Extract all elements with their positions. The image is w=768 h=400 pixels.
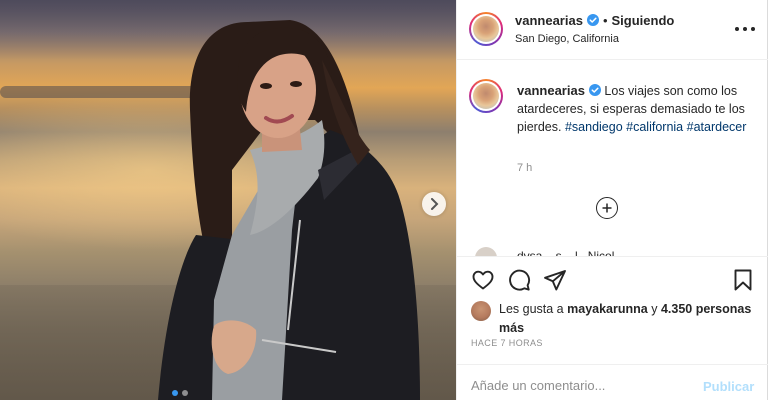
plus-circle-icon (602, 203, 612, 213)
heart-icon[interactable] (471, 268, 495, 292)
separator-dot: • (602, 13, 608, 28)
comments-section: vannearias Los viajes son como los atard… (457, 61, 768, 257)
woman-in-leather-jacket (158, 20, 420, 400)
profile-picture (473, 16, 499, 42)
liker-avatar[interactable] (471, 301, 491, 321)
bookmark-icon[interactable] (731, 268, 755, 292)
caption-time[interactable]: 7 h (517, 162, 532, 174)
username-link[interactable]: vannearias (515, 13, 583, 28)
carousel-indicator (172, 390, 188, 396)
comment-icon[interactable] (507, 268, 531, 292)
verified-badge-icon (586, 14, 599, 26)
next-photo-button[interactable] (422, 192, 446, 216)
comment-preview: dvsa ...s ...l.. Nicol (517, 249, 615, 257)
load-more-comments-button[interactable] (596, 197, 618, 219)
following-button[interactable]: Siguiendo (612, 13, 675, 28)
post-photo[interactable] (0, 0, 456, 400)
likes-text: Les gusta a mayakarunna y 4.350 personas… (499, 300, 759, 338)
publish-button[interactable]: Publicar (703, 379, 754, 394)
caption-username[interactable]: vannearias (517, 83, 585, 98)
header-line: vannearias • Siguiendo (515, 13, 674, 28)
post-timestamp[interactable]: HACE 7 HORAS (471, 338, 543, 348)
more-options-icon[interactable] (735, 21, 755, 37)
avatar[interactable] (469, 12, 503, 46)
profile-picture (473, 83, 499, 109)
carousel-dot-active (172, 390, 178, 396)
carousel-dot (182, 390, 188, 396)
verified-badge-icon (588, 84, 601, 96)
avatar[interactable] (469, 79, 503, 113)
liker-username[interactable]: mayakarunna (567, 302, 648, 316)
comment-input[interactable] (471, 375, 691, 395)
hashtag-link[interactable]: #sandiego (565, 120, 623, 134)
avatar[interactable] (475, 247, 497, 256)
likes-prefix: Les gusta a (499, 302, 564, 316)
post-caption: vannearias Los viajes son como los atard… (517, 82, 753, 136)
add-comment-bar: Publicar (457, 364, 768, 400)
likes-conj: y (651, 302, 658, 316)
hashtag-link[interactable]: #atardecer (687, 120, 747, 134)
chevron-right-icon (431, 198, 439, 210)
action-bar (457, 262, 768, 298)
hashtag-link[interactable]: #california (626, 120, 683, 134)
location-link[interactable]: San Diego, California (515, 33, 619, 45)
paper-plane-icon[interactable] (543, 268, 567, 292)
post-header: vannearias • Siguiendo San Diego, Califor… (457, 0, 768, 60)
post-sidebar: vannearias • Siguiendo San Diego, Califor… (456, 0, 768, 400)
